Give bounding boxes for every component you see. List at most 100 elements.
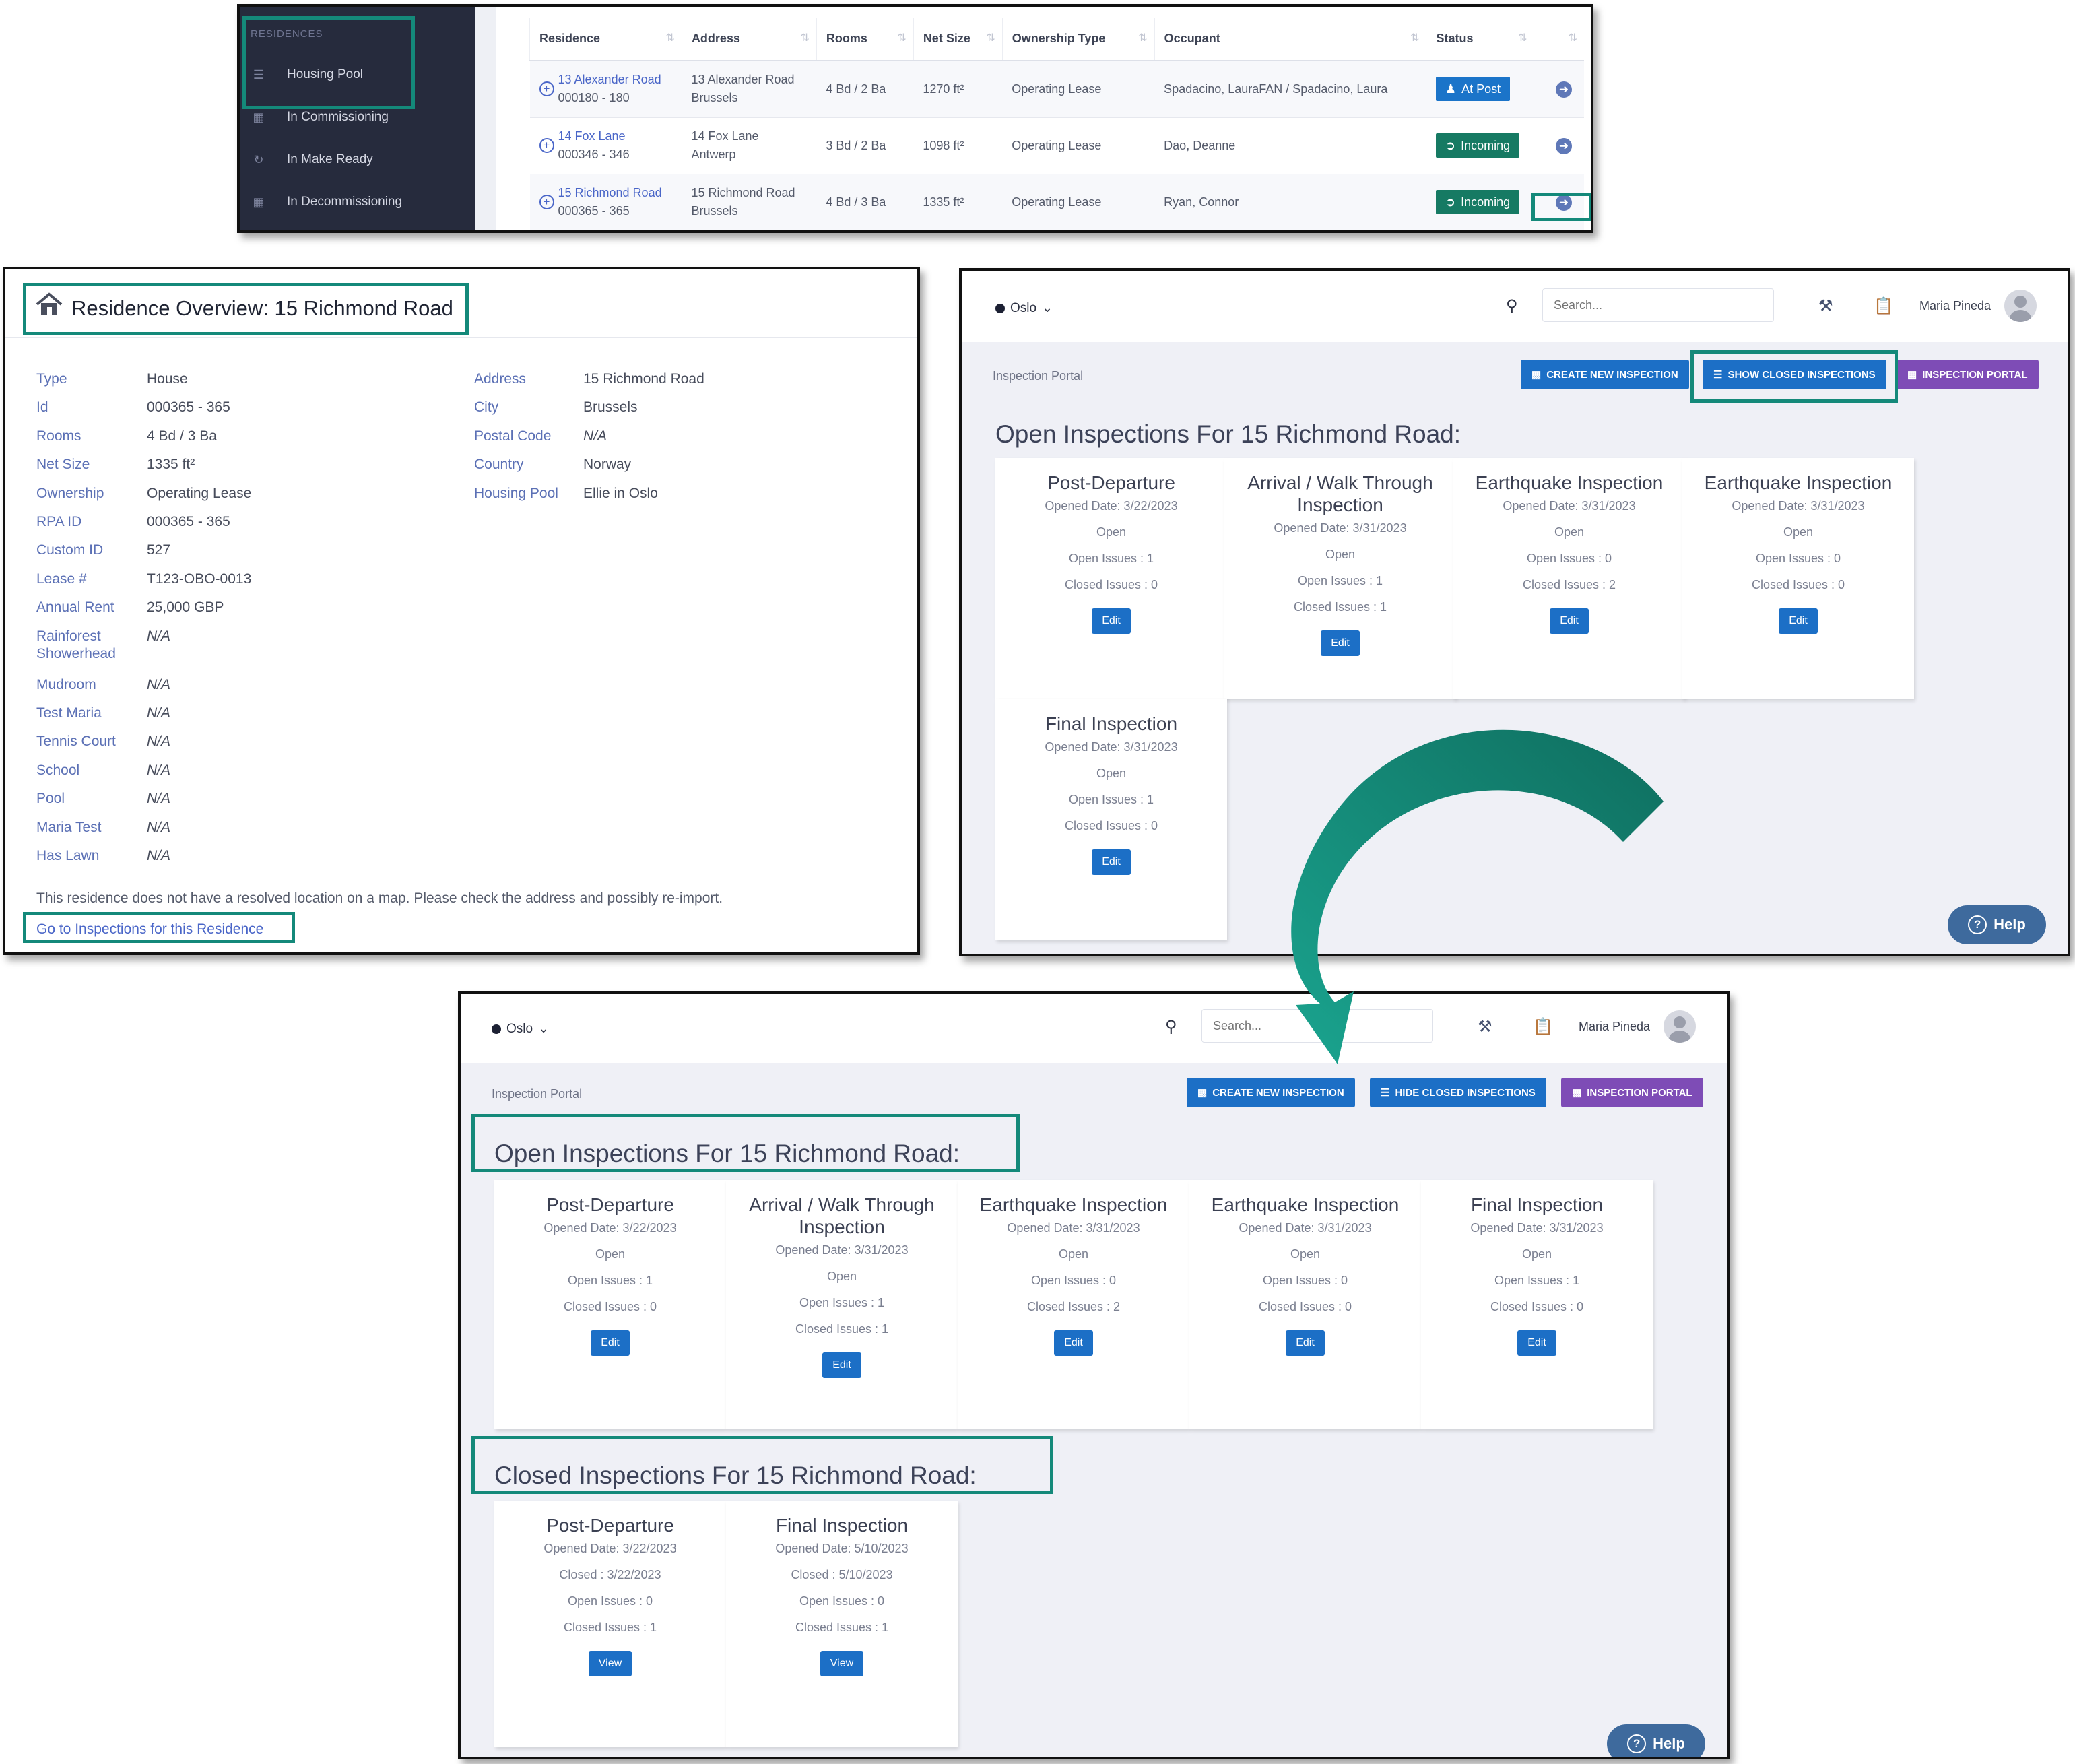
field-label: Type [36, 371, 67, 387]
inspection-card: Arrival / Walk Through Inspection Opened … [1224, 458, 1456, 699]
arrow-right-circle-icon[interactable]: ➜ [1555, 81, 1572, 98]
hide-closed-inspections-button[interactable]: ☰ HIDE CLOSED INSPECTIONS [1370, 1078, 1546, 1107]
inspection-state: Open [1290, 1247, 1321, 1261]
residence-cell: +15 Richmond Road 000365 - 365 [529, 174, 682, 230]
create-inspection-button[interactable]: ▩ CREATE NEW INSPECTION [1521, 360, 1689, 389]
sidebar-item-in-make-ready[interactable]: ↻ In Make Ready [251, 152, 373, 167]
edit-inspection-button[interactable]: Edit [1550, 608, 1589, 634]
edit-inspection-button[interactable]: Edit [1517, 1330, 1556, 1356]
closed-issues: Closed Issues : 0 [1751, 578, 1845, 591]
sign-in-icon: ➲ [1445, 138, 1456, 152]
table-header-row: Residence ⇅ Address ⇅ Rooms ⇅ Net Size ⇅ Own… [529, 18, 1584, 61]
expand-icon[interactable]: + [539, 81, 554, 97]
clipboard-icon: ▩ [1531, 369, 1542, 381]
help-button[interactable]: ? Help [1607, 1724, 1705, 1757]
inspection-title: Arrival / Walk Through Inspection [1247, 472, 1433, 515]
chevron-down-icon: ⌄ [1042, 301, 1053, 315]
avatar[interactable] [2004, 290, 2037, 322]
search-icon[interactable]: ⚲ [1165, 1017, 1177, 1037]
expand-icon[interactable]: + [539, 195, 554, 209]
sort-icon[interactable]: ⇅ [897, 31, 906, 44]
inspection-portal-button[interactable]: ▩ INSPECTION PORTAL [1897, 360, 2039, 389]
edit-inspection-button[interactable]: Edit [591, 1330, 630, 1356]
sign-in-icon: ➲ [1445, 195, 1456, 209]
sidebar-item-in-commissioning[interactable]: ▦ In Commissioning [251, 110, 389, 125]
clipboard-icon: ▩ [1572, 1087, 1582, 1099]
residence-link[interactable]: 15 Richmond Road [558, 184, 662, 202]
field-value: T123-OBO-0013 [147, 570, 252, 587]
residence-link[interactable]: 13 Alexander Road [558, 71, 661, 89]
occupant-link[interactable]: Spadacino, LauraFAN / Spadacino, Laura [1154, 61, 1426, 118]
clipboard-icon[interactable]: 📋 [1874, 296, 1894, 316]
view-inspection-button[interactable]: View [820, 1651, 864, 1676]
occupant-link[interactable]: Dao, Deanne [1154, 117, 1426, 174]
sort-icon[interactable]: ⇅ [666, 31, 675, 44]
column-header-residence[interactable]: Residence ⇅ [529, 18, 682, 61]
create-inspection-button[interactable]: ▩ CREATE NEW INSPECTION [1187, 1078, 1355, 1107]
closed-issues: Closed Issues : 0 [1490, 1300, 1584, 1313]
inspection-card: Earthquake Inspection Opened Date: 3/31/2… [1453, 458, 1685, 699]
field-value: Ellie in Oslo [583, 485, 658, 501]
sort-icon[interactable]: ⇅ [1569, 31, 1577, 44]
go-to-inspections-link[interactable]: Go to Inspections for this Residence [36, 921, 263, 938]
expand-icon[interactable]: + [539, 138, 554, 153]
address-cell: 13 Alexander Road Brussels [682, 61, 817, 118]
location-selector[interactable]: Oslo ⌄ [492, 1021, 549, 1037]
edit-inspection-button[interactable]: Edit [1286, 1330, 1325, 1356]
sort-icon[interactable]: ⇅ [1410, 31, 1419, 44]
breadcrumb[interactable]: Inspection Portal [492, 1087, 582, 1101]
show-closed-inspections-button[interactable]: ☰ SHOW CLOSED INSPECTIONS [1703, 360, 1886, 389]
edit-inspection-button[interactable]: Edit [1092, 608, 1131, 634]
sidebar-item-housing-pool[interactable]: ☰ Housing Pool [251, 67, 363, 82]
opened-date: Opened Date: 3/22/2023 [544, 1221, 677, 1235]
breadcrumb[interactable]: Inspection Portal [993, 369, 1083, 383]
occupant-link[interactable]: Ryan, Connor [1154, 174, 1426, 230]
field-value: Brussels [583, 399, 638, 416]
portal-body: Inspection Portal ▩ CREATE NEW INSPECTION… [461, 1063, 1727, 1757]
column-header-rooms[interactable]: Rooms ⇅ [816, 18, 914, 61]
column-header-net-size[interactable]: Net Size ⇅ [913, 18, 1003, 61]
sidebar-item-in-decommissioning[interactable]: ▦ In Decommissioning [251, 195, 402, 209]
edit-inspection-button[interactable]: Edit [822, 1352, 861, 1378]
open-issues: Open Issues : 0 [1030, 1274, 1117, 1287]
edit-inspection-button[interactable]: Edit [1779, 608, 1818, 634]
sort-icon[interactable]: ⇅ [1518, 31, 1527, 44]
view-inspection-button[interactable]: View [588, 1651, 632, 1676]
status-cell: ➲ Incoming [1426, 174, 1534, 230]
refresh-icon: ↻ [253, 152, 264, 166]
column-header-occupant[interactable]: Occupant ⇅ [1154, 18, 1426, 61]
sort-icon[interactable]: ⇅ [986, 31, 995, 44]
sidebar-item-label: In Make Ready [287, 152, 373, 166]
column-header-address[interactable]: Address ⇅ [681, 18, 817, 61]
sort-icon[interactable]: ⇅ [800, 31, 809, 44]
sort-icon[interactable]: ⇅ [1138, 31, 1147, 44]
sidebar-item-label: In Commissioning [287, 110, 389, 124]
inspection-card: Earthquake Inspection Opened Date: 3/31/2… [1189, 1180, 1421, 1429]
field-value: N/A [147, 705, 171, 721]
column-header-ownership-type[interactable]: Ownership Type ⇅ [1001, 18, 1155, 61]
residence-link[interactable]: 14 Fox Lane [558, 127, 630, 145]
field-label: Address [474, 371, 527, 387]
residence-cell: +14 Fox Lane 000346 - 346 [529, 117, 682, 174]
edit-inspection-button[interactable]: Edit [1054, 1330, 1093, 1356]
arrow-right-circle-icon[interactable]: ➜ [1555, 194, 1572, 211]
status-cell: ♟ At Post [1426, 61, 1534, 118]
status-badge: ♟ At Post [1435, 77, 1511, 102]
edit-inspection-button[interactable]: Edit [1092, 849, 1131, 875]
inspection-title: Post-Departure [1047, 472, 1175, 493]
help-button[interactable]: ? Help [1948, 905, 2046, 944]
arrow-right-circle-icon[interactable]: ➜ [1555, 137, 1572, 154]
user-name[interactable]: Maria Pineda [1919, 299, 1991, 313]
inspection-portal-button[interactable]: ▩ INSPECTION PORTAL [1561, 1078, 1703, 1107]
location-selector[interactable]: Oslo ⌄ [995, 300, 1053, 316]
inspection-card: Earthquake Inspection Opened Date: 3/31/2… [1682, 458, 1914, 699]
search-icon[interactable]: ⚲ [1506, 296, 1518, 316]
inspection-title: Earthquake Inspection [1475, 472, 1664, 493]
closed-issues: Closed Issues : 2 [1026, 1300, 1121, 1313]
inspection-card: Final Inspection Opened Date: 5/10/2023 Cl… [726, 1501, 958, 1747]
edit-inspection-button[interactable]: Edit [1321, 630, 1360, 656]
field-label: Postal Code [474, 428, 552, 444]
column-header-status[interactable]: Status ⇅ [1426, 18, 1534, 61]
search-input[interactable] [1542, 288, 1774, 322]
inspector-icon[interactable]: ⚒ [1818, 296, 1833, 316]
